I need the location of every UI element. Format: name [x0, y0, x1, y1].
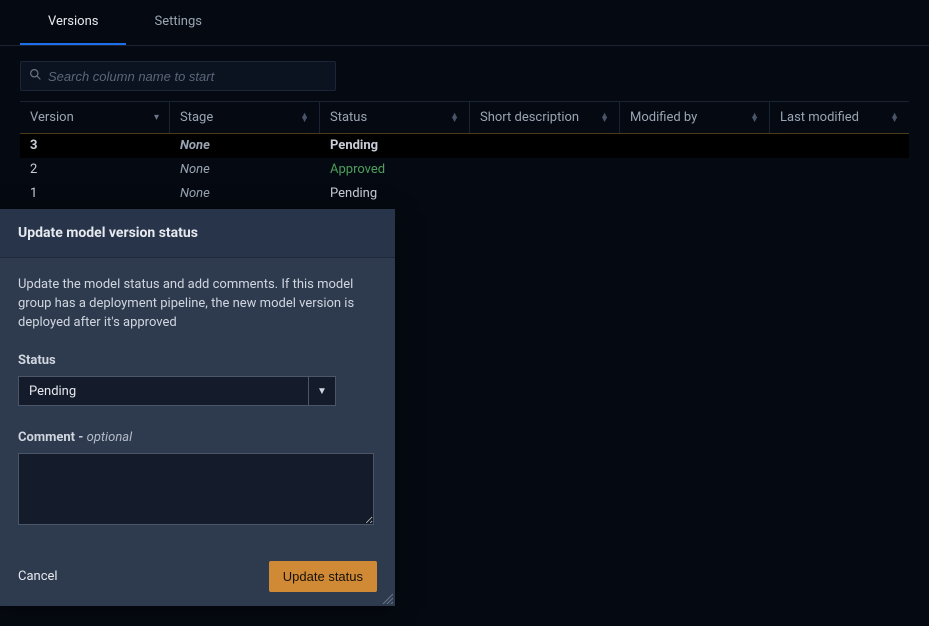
versions-table: Version ▾ Stage ▲▼ Status ▲▼ Short descr… — [20, 101, 909, 206]
status-select-value[interactable]: Pending — [18, 376, 308, 406]
sort-icon[interactable]: ▲▼ — [750, 114, 759, 122]
comment-textarea[interactable] — [18, 453, 374, 525]
cell-stage: None — [170, 134, 320, 158]
sort-icon[interactable]: ▲▼ — [450, 114, 459, 122]
cancel-button[interactable]: Cancel — [18, 569, 58, 584]
update-status-modal: Update model version status Update the m… — [0, 209, 395, 606]
cell-short-description — [470, 182, 620, 206]
column-header-stage[interactable]: Stage ▲▼ — [170, 102, 320, 133]
update-status-button[interactable]: Update status — [269, 561, 377, 592]
cell-version: 3 — [20, 134, 170, 158]
resize-grip-icon — [381, 592, 393, 604]
header-label: Last modified — [780, 110, 859, 125]
table-row[interactable]: 2NoneApproved — [20, 158, 909, 182]
sort-icon[interactable]: ▲▼ — [600, 114, 609, 122]
cell-last-modified — [770, 182, 909, 206]
tab-bar: Versions Settings — [0, 0, 929, 46]
cell-short-description — [470, 134, 620, 158]
tab-versions[interactable]: Versions — [20, 0, 126, 45]
cell-status: Pending — [320, 134, 470, 158]
cell-status: Approved — [320, 158, 470, 182]
modal-body: Update the model status and add comments… — [0, 258, 395, 547]
comment-field-label: Comment - optional — [18, 430, 377, 445]
cell-last-modified — [770, 134, 909, 158]
cell-modified-by — [620, 182, 770, 206]
sort-icon[interactable]: ▲▼ — [300, 114, 309, 122]
search-container — [0, 46, 929, 101]
cell-stage: None — [170, 182, 320, 206]
modal-footer: Cancel Update status — [0, 547, 395, 606]
status-field-label: Status — [18, 353, 377, 368]
column-header-modified-by[interactable]: Modified by ▲▼ — [620, 102, 770, 133]
status-select[interactable]: Pending ▼ — [18, 376, 336, 406]
comment-label-text: Comment - — [18, 430, 87, 445]
search-box[interactable] — [20, 61, 336, 91]
tab-settings[interactable]: Settings — [126, 0, 229, 45]
table-body: 3NonePending2NoneApproved1NonePending — [20, 134, 909, 206]
column-header-version[interactable]: Version ▾ — [20, 102, 170, 133]
sort-icon[interactable]: ▲▼ — [890, 114, 899, 122]
column-header-status[interactable]: Status ▲▼ — [320, 102, 470, 133]
cell-version: 2 — [20, 158, 170, 182]
search-icon — [29, 68, 48, 85]
comment-optional-text: optional — [87, 430, 133, 445]
header-label: Stage — [180, 110, 213, 125]
header-label: Modified by — [630, 110, 697, 125]
search-input[interactable] — [48, 69, 327, 84]
cell-version: 1 — [20, 182, 170, 206]
cell-modified-by — [620, 158, 770, 182]
cell-modified-by — [620, 134, 770, 158]
header-label: Short description — [480, 110, 579, 125]
modal-title: Update model version status — [0, 209, 395, 258]
column-header-short-description[interactable]: Short description ▲▼ — [470, 102, 620, 133]
table-header-row: Version ▾ Stage ▲▼ Status ▲▼ Short descr… — [20, 102, 909, 134]
filter-icon[interactable]: ▾ — [154, 112, 159, 123]
cell-short-description — [470, 158, 620, 182]
cell-last-modified — [770, 158, 909, 182]
header-label: Version — [30, 110, 74, 125]
chevron-down-icon[interactable]: ▼ — [308, 376, 336, 406]
column-header-last-modified[interactable]: Last modified ▲▼ — [770, 102, 909, 133]
header-label: Status — [330, 110, 367, 125]
modal-description: Update the model status and add comments… — [18, 276, 377, 333]
cell-status: Pending — [320, 182, 470, 206]
table-row[interactable]: 1NonePending — [20, 182, 909, 206]
table-row[interactable]: 3NonePending — [20, 134, 909, 158]
cell-stage: None — [170, 158, 320, 182]
